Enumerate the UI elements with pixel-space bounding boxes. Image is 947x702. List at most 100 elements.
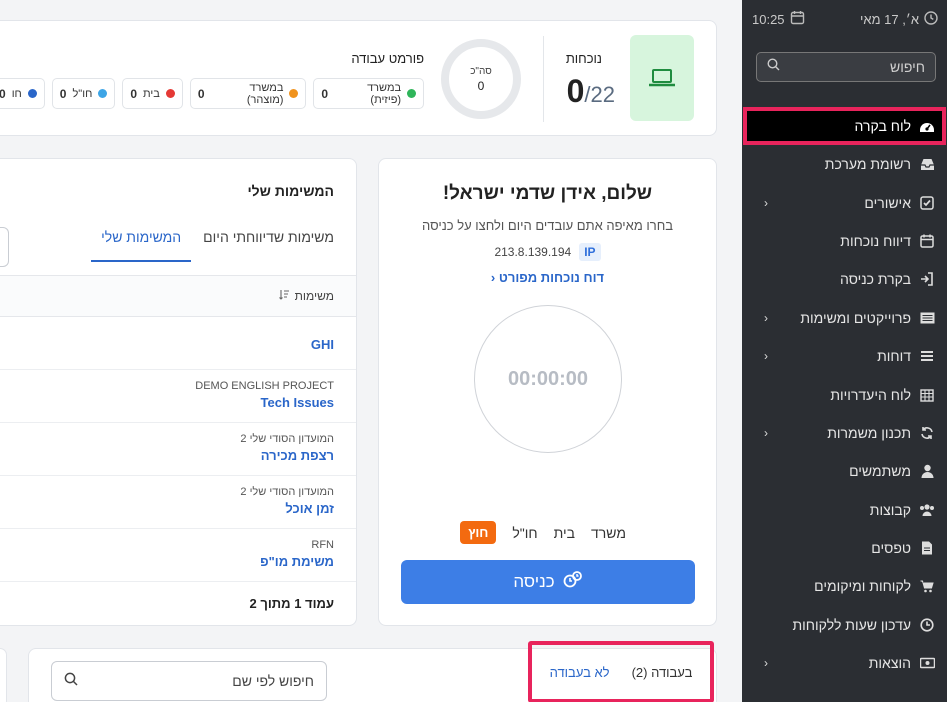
my-tasks-card: המשימות שלי משימות שדיווחתי היום המשימות… bbox=[0, 158, 357, 626]
work-format-label: פורמט עבודה bbox=[351, 51, 424, 66]
tasks-table-header: משימות bbox=[0, 275, 356, 317]
ip-tag: IP bbox=[579, 243, 601, 261]
sidebar-item-clients-locations[interactable]: לקוחות ומיקומים bbox=[742, 567, 947, 605]
status-not-working[interactable]: לא בעבודה bbox=[550, 665, 610, 680]
time-display: 10:25 bbox=[752, 10, 805, 28]
tab-reported-today[interactable]: משימות שדיווחתי היום bbox=[203, 229, 334, 262]
table-row[interactable]: GHI bbox=[0, 317, 356, 370]
checkbox-icon bbox=[919, 195, 935, 211]
clock-in-button[interactable]: כניסה bbox=[401, 560, 695, 604]
chip-home[interactable]: בית 0 bbox=[122, 78, 183, 109]
clock-icon bbox=[924, 10, 938, 28]
sidebar-search[interactable] bbox=[756, 52, 936, 82]
project-name: המועדון הסודי שלי 2 bbox=[240, 433, 334, 445]
sidebar-item-label: לקוחות ומיקומים bbox=[814, 578, 911, 595]
task-name[interactable]: משימת מו"פ bbox=[0, 554, 334, 569]
inbox-icon bbox=[919, 156, 935, 172]
sidebar-item-label: רשומת מערכת bbox=[824, 156, 911, 173]
refresh-icon bbox=[919, 425, 935, 441]
chevron-left-icon: ‹ bbox=[764, 310, 768, 325]
status-working[interactable]: בעבודה (2) bbox=[632, 665, 693, 680]
sidebar-item-label: הוצאות bbox=[868, 655, 911, 672]
search-icon bbox=[64, 672, 78, 691]
date-text: א׳, 17 מאי bbox=[860, 11, 919, 27]
employee-search-input[interactable] bbox=[114, 673, 314, 689]
task-name[interactable]: Tech Issues bbox=[0, 395, 334, 410]
calendar-icon[interactable] bbox=[790, 10, 805, 28]
chevron-left-icon: ‹ bbox=[764, 349, 768, 364]
calendar-icon bbox=[919, 233, 935, 249]
location-abroad[interactable]: חו"ל bbox=[512, 525, 537, 541]
status-dot bbox=[98, 89, 108, 98]
file-icon bbox=[919, 540, 935, 556]
sidebar-item-shift-planning[interactable]: תכנון משמרות ‹ bbox=[742, 414, 947, 452]
chip-outside[interactable]: חו 0 bbox=[0, 78, 45, 109]
location-selector: משרד בית חו"ל חוץ bbox=[460, 521, 626, 544]
task-name[interactable]: זמן אוכל bbox=[0, 501, 334, 516]
sidebar-item-dashboard[interactable]: לוח בקרה bbox=[743, 107, 946, 145]
project-name: המועדון הסודי שלי 2 bbox=[240, 486, 334, 498]
chip-value: 0 bbox=[0, 86, 6, 101]
chevron-left-icon: ‹ bbox=[764, 195, 768, 210]
sidebar-item-label: תכנון משמרות bbox=[827, 424, 911, 441]
sidebar-item-reports[interactable]: דוחות ‹ bbox=[742, 337, 947, 375]
sidebar-item-forms[interactable]: טפסים bbox=[742, 529, 947, 567]
location-outside[interactable]: חוץ bbox=[460, 521, 497, 544]
sidebar-item-label: דיווח נוכחות bbox=[840, 232, 911, 249]
ip-address: 213.8.139.194 bbox=[494, 245, 572, 259]
sidebar-item-label: בקרת כניסה bbox=[839, 271, 911, 288]
attendance-total: /22 bbox=[584, 82, 615, 107]
column-header-tasks[interactable]: משימות bbox=[295, 289, 334, 303]
sidebar-item-absence-board[interactable]: לוח היעדרויות bbox=[742, 375, 947, 413]
sort-icon[interactable] bbox=[278, 289, 289, 303]
location-home[interactable]: בית bbox=[554, 525, 575, 541]
chip-office-physical[interactable]: במשרד (פיזית) 0 bbox=[313, 78, 424, 109]
status-dot bbox=[289, 89, 299, 98]
sidebar-item-label: דוחות bbox=[877, 348, 911, 365]
tasks-search-input[interactable] bbox=[0, 227, 9, 267]
table-row[interactable]: DEMO ENGLISH PROJECT Tech Issues bbox=[0, 370, 356, 423]
chip-label: בית bbox=[143, 87, 160, 100]
sidebar: א׳, 17 מאי 10:25 לוח בקרה רשומת מערכת אי… bbox=[742, 0, 947, 702]
task-name[interactable]: רצפת מכירה bbox=[0, 448, 334, 463]
sidebar-item-users[interactable]: משתמשים bbox=[742, 452, 947, 490]
table-row[interactable]: RFN משימת מו"פ bbox=[0, 529, 356, 582]
sidebar-item-label: לוח היעדרויות bbox=[830, 386, 911, 403]
task-name[interactable]: GHI bbox=[311, 337, 334, 352]
dashboard-icon bbox=[919, 118, 935, 134]
location-office[interactable]: משרד bbox=[591, 525, 626, 541]
welcome-subtitle: בחרו מאיפה אתם עובדים היום ולחצו על כניס… bbox=[421, 218, 674, 233]
table-row[interactable]: המועדון הסודי שלי 2 זמן אוכל bbox=[0, 476, 356, 529]
timer-display: 00:00:00 bbox=[474, 305, 622, 453]
sidebar-item-approvals[interactable]: אישורים ‹ bbox=[742, 183, 947, 221]
table-row[interactable]: המועדון הסודי שלי 2 רצפת מכירה bbox=[0, 423, 356, 476]
sidebar-nav: לוח בקרה רשומת מערכת אישורים ‹ דיווח נוכ… bbox=[742, 107, 947, 682]
sidebar-item-expenses[interactable]: הוצאות ‹ bbox=[742, 644, 947, 682]
status-dot bbox=[407, 89, 416, 98]
sidebar-item-label: אישורים bbox=[864, 194, 911, 211]
chevron-left-icon: ‹ bbox=[764, 656, 768, 671]
sidebar-item-projects-tasks[interactable]: פרוייקטים ומשימות ‹ bbox=[742, 299, 947, 337]
chip-value: 0 bbox=[321, 86, 329, 101]
chip-label: חו"ל bbox=[72, 87, 93, 100]
cart-icon bbox=[919, 578, 935, 594]
sidebar-item-label: קבוצות bbox=[869, 501, 911, 518]
employee-search[interactable] bbox=[51, 661, 327, 701]
sidebar-search-input[interactable] bbox=[805, 59, 925, 75]
clock-in-label: כניסה bbox=[513, 572, 555, 591]
total-value: 0 bbox=[477, 78, 485, 93]
sidebar-item-client-hours[interactable]: עדכון שעות ללקוחות bbox=[742, 606, 947, 644]
sidebar-item-system-log[interactable]: רשומת מערכת bbox=[742, 145, 947, 183]
chip-office-declared[interactable]: במשרד (מוצהר) 0 bbox=[189, 78, 307, 109]
chip-label: חו bbox=[11, 87, 22, 100]
chip-value: 0 bbox=[197, 86, 205, 101]
clock-in-card: שלום, אידן שדמי ישראל! בחרו מאיפה אתם עו… bbox=[378, 158, 717, 626]
sidebar-item-attendance-report[interactable]: דיווח נוכחות bbox=[742, 222, 947, 260]
project-name: RFN bbox=[311, 539, 334, 551]
tab-my-tasks[interactable]: המשימות שלי bbox=[91, 229, 192, 262]
sidebar-item-groups[interactable]: קבוצות bbox=[742, 491, 947, 529]
attendance-report-link[interactable]: דוח נוכחות מפורט ‹ bbox=[379, 270, 716, 285]
sidebar-item-entry-control[interactable]: בקרת כניסה bbox=[742, 260, 947, 298]
chip-abroad[interactable]: חו"ל 0 bbox=[51, 78, 116, 109]
list-icon bbox=[919, 348, 935, 364]
